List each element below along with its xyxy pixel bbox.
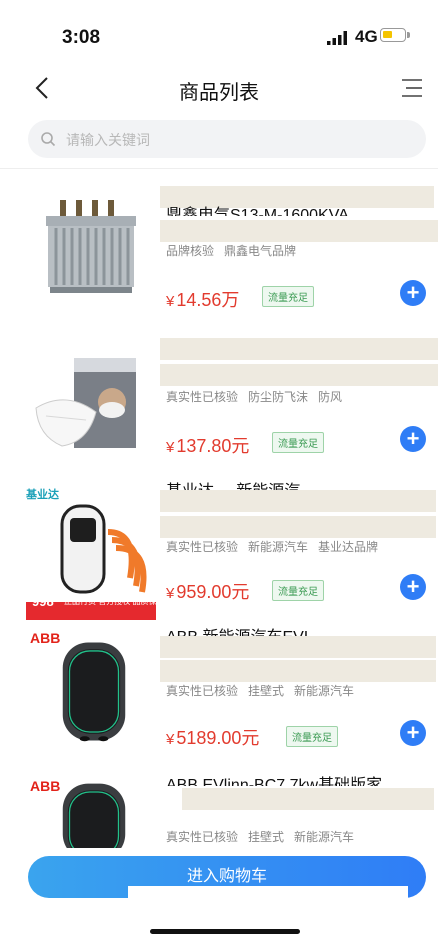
cart-mask (128, 886, 408, 900)
page-title: 商品列表 (179, 82, 259, 104)
product-tags: 真实性已核验 新能源汽车 基业达品牌 (166, 538, 388, 555)
currency-symbol: ¥ (166, 293, 175, 310)
name-mask (160, 364, 438, 386)
battery-icon (380, 28, 410, 42)
tag: 鼎鑫电气品牌 (224, 244, 297, 258)
product-tags: 真实性已核验 挂壁式 新能源汽车 (166, 828, 364, 845)
add-to-cart-button[interactable]: + (400, 426, 426, 452)
product-item[interactable]: 鼎鑫电气S13-M-1600KVA 品牌核验 鼎鑫电气品牌 ¥14.56万 流量充… (0, 180, 438, 330)
traffic-badge: 流量充足 (272, 580, 324, 601)
product-item[interactable]: 基业达 998 正品行货 官方授权 品质保障 基业达 ... 新能源汽 真实性已… (0, 482, 438, 632)
product-tags: 品牌核验 鼎鑫电气品牌 (166, 242, 306, 259)
currency-symbol: ¥ (166, 439, 175, 456)
tag: 真实性已核验 (166, 830, 239, 844)
traffic-badge: 流量充足 (272, 432, 324, 453)
home-indicator (150, 929, 300, 934)
product-item[interactable]: ABB ABB 新能源汽车EVI... 真实性已核验 挂壁式 新能源汽车 ¥5189… (0, 628, 438, 778)
add-to-cart-button[interactable]: + (400, 720, 426, 746)
signal-icon (327, 31, 347, 45)
status-bar: 3:08 4G (0, 0, 438, 70)
product-price: ¥5189.00元 (166, 724, 259, 750)
product-tags: 真实性已核验 防尘防飞沫 防风 (166, 388, 352, 405)
name-mask (160, 516, 436, 538)
tag: 新能源汽车 (248, 540, 309, 554)
traffic-badge: 流量充足 (262, 286, 314, 307)
image-brand-label: 基业达 (26, 489, 59, 501)
tag: 基业达品牌 (318, 540, 379, 554)
tag: 防尘防飞沫 (248, 390, 309, 404)
product-name: ABB EVlinn-BC7 7kw基础版家 (166, 777, 383, 786)
tag: 真实性已核验 (166, 684, 239, 698)
tag: 品牌核验 (166, 244, 215, 258)
tag: 挂壁式 (248, 830, 285, 844)
product-image-transformer (46, 200, 136, 293)
image-sticker-number: 998 (32, 594, 54, 609)
add-to-cart-button[interactable]: + (400, 574, 426, 600)
divider (0, 168, 438, 169)
traffic-badge: 流量充足 (286, 726, 338, 747)
name-mask (160, 660, 436, 682)
product-name: 鼎鑫电气S13-M-1600KVA (166, 207, 349, 216)
tag: 真实性已核验 (166, 390, 239, 404)
tag: 新能源汽车 (294, 684, 355, 698)
price-value: 5189.00元 (176, 728, 260, 748)
name-mask (160, 490, 436, 512)
tag: 挂壁式 (248, 684, 285, 698)
search-icon (41, 132, 56, 147)
product-price: ¥959.00元 (166, 578, 249, 604)
price-value: 137.80元 (176, 436, 250, 456)
image-sticker-text: 正品行货 官方授权 品质保障 (64, 597, 165, 606)
product-price: ¥137.80元 (166, 432, 249, 458)
price-value: 959.00元 (176, 582, 250, 602)
product-tags: 真实性已核验 挂壁式 新能源汽车 (166, 682, 364, 699)
tag: 防风 (318, 390, 343, 404)
plus-icon: + (406, 426, 420, 451)
search-bar[interactable] (28, 120, 426, 160)
name-mask (182, 788, 434, 810)
product-item[interactable]: 真实性已核验 防尘防飞沫 防风 ¥137.80元 流量充足 + (0, 336, 438, 486)
nav-bar: 商品列表 (0, 70, 438, 110)
name-mask (160, 636, 436, 658)
tag: 真实性已核验 (166, 540, 239, 554)
name-mask (160, 186, 434, 208)
product-item[interactable]: ABB ABB EVlinn-BC7 7kw基础版家 真实性已核验 挂壁式 新能源汽… (0, 776, 438, 848)
currency-symbol: ¥ (166, 585, 175, 602)
product-price: ¥14.56万 (166, 286, 239, 312)
price-value: 14.56万 (176, 290, 240, 310)
name-mask (160, 338, 438, 360)
add-to-cart-button[interactable]: + (400, 280, 426, 306)
plus-icon: + (406, 720, 420, 745)
product-image-mask (35, 358, 136, 448)
plus-icon: + (406, 574, 420, 599)
product-image-abb-charger (62, 783, 126, 848)
name-mask (160, 220, 438, 242)
product-image-abb-charger (62, 642, 126, 742)
plus-icon: + (406, 280, 420, 305)
search-input[interactable] (64, 120, 408, 160)
network-type: 4G (355, 27, 378, 46)
status-time: 3:08 (62, 27, 101, 48)
currency-symbol: ¥ (166, 731, 175, 748)
list-menu-icon[interactable] (400, 78, 424, 98)
tag: 新能源汽车 (294, 830, 355, 844)
